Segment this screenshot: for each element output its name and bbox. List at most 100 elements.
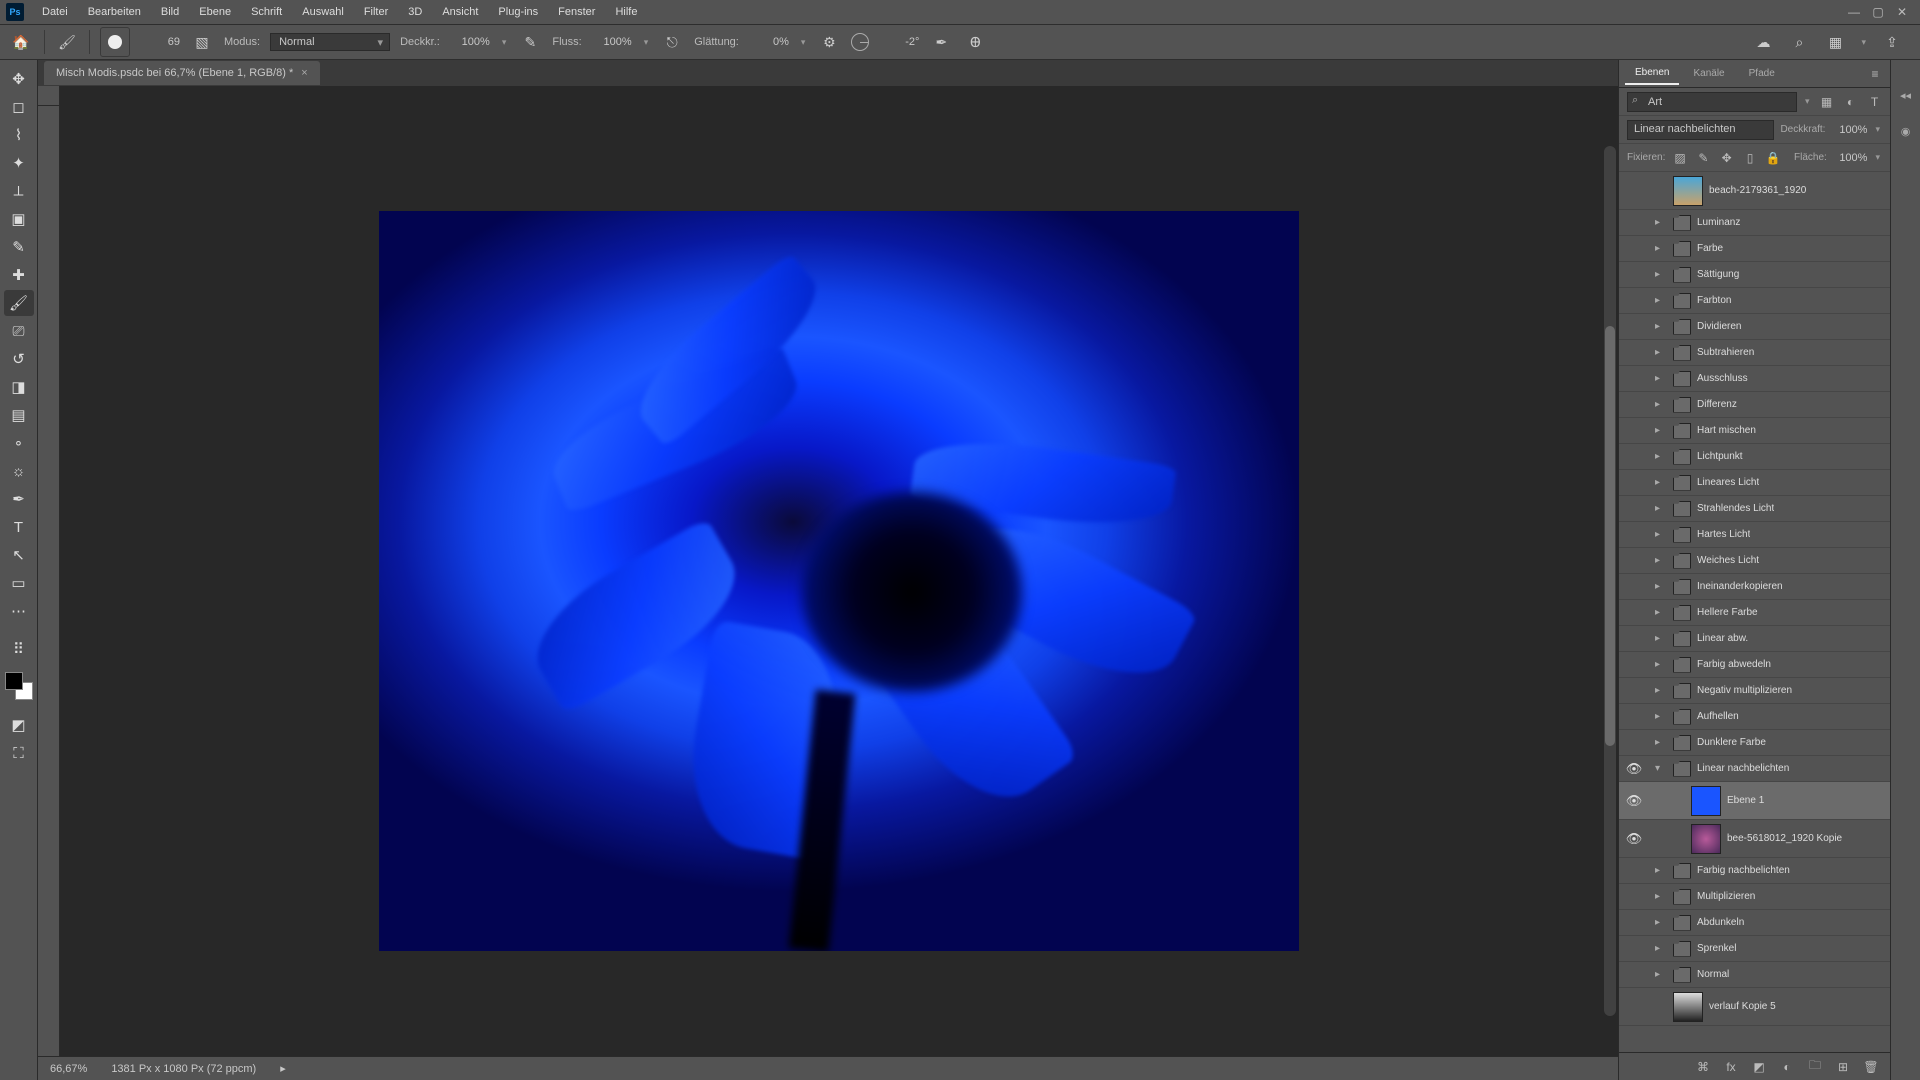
layer-opacity-value[interactable]: 100% (1831, 124, 1867, 136)
window-maximize-button[interactable]: ▢ (1866, 2, 1890, 22)
expand-toggle-icon[interactable]: ▸ (1655, 685, 1667, 696)
opacity-value[interactable]: 100% (450, 36, 490, 48)
layer-group-row[interactable]: ▸Ineinanderkopieren (1619, 574, 1890, 600)
menu-item-bild[interactable]: Bild (151, 2, 189, 22)
layer-group-row[interactable]: ▸Multiplizieren (1619, 884, 1890, 910)
brush-tool-icon[interactable]: 🖌 (55, 30, 79, 54)
expand-toggle-icon[interactable]: ▸ (1655, 321, 1667, 332)
layer-name-label[interactable]: Negativ multiplizieren (1697, 685, 1792, 696)
fill-dropdown-icon[interactable]: ▾ (1873, 152, 1882, 163)
expand-toggle-icon[interactable]: ▸ (1655, 399, 1667, 410)
layer-name-label[interactable]: Hart mischen (1697, 425, 1756, 436)
crop-tool[interactable]: ⟂ (4, 178, 34, 204)
layer-list[interactable]: beach-2179361_1920▸Luminanz▸Farbe▸Sättig… (1619, 172, 1890, 1052)
expand-toggle-icon[interactable]: ▸ (1655, 269, 1667, 280)
cloud-docs-icon[interactable]: ☁ (1751, 30, 1775, 54)
layer-row[interactable]: beach-2179361_1920 (1619, 172, 1890, 210)
path-selection-tool[interactable]: ↖ (4, 542, 34, 568)
layer-opacity-dropdown-icon[interactable]: ▾ (1873, 124, 1882, 135)
brush-angle-icon[interactable] (851, 33, 869, 51)
status-caret-icon[interactable]: ▸ (280, 1062, 286, 1075)
expand-toggle-icon[interactable]: ▸ (1655, 659, 1667, 670)
layer-group-row[interactable]: ▸Farbig abwedeln (1619, 652, 1890, 678)
clone-stamp-tool[interactable]: ⎚ (4, 318, 34, 344)
expand-toggle-icon[interactable]: ▸ (1655, 633, 1667, 644)
brush-size-value[interactable]: 69 (140, 36, 180, 48)
expand-toggle-icon[interactable]: ▸ (1655, 711, 1667, 722)
layer-group-row[interactable]: 👁▾Linear nachbelichten (1619, 756, 1890, 782)
vertical-ruler[interactable] (38, 106, 60, 1056)
layer-group-row[interactable]: ▸Hartes Licht (1619, 522, 1890, 548)
layer-group-row[interactable]: ▸ Dividieren (1619, 314, 1890, 340)
blend-mode-select[interactable]: Normal (270, 33, 390, 51)
layer-group-row[interactable]: ▸ Aufhellen (1619, 704, 1890, 730)
brush-preset-picker[interactable] (100, 27, 130, 57)
symmetry-toggle[interactable]: Ꚛ (963, 30, 987, 54)
lock-transparent-icon[interactable]: ▨ (1671, 149, 1688, 167)
layer-name-label[interactable]: Dividieren (1697, 321, 1741, 332)
screenmode-toggle[interactable]: ⛶ (4, 740, 34, 766)
smoothing-value[interactable]: 0% (749, 36, 789, 48)
expand-toggle-icon[interactable]: ▸ (1655, 529, 1667, 540)
expand-toggle-icon[interactable]: ▸ (1655, 425, 1667, 436)
layer-name-label[interactable]: Luminanz (1697, 217, 1740, 228)
filter-pixel-icon[interactable]: ▦ (1818, 93, 1836, 111)
filter-dropdown-icon[interactable]: ▾ (1803, 96, 1812, 107)
pen-tool[interactable]: ✒ (4, 486, 34, 512)
properties-panel-icon[interactable]: ◉ (1895, 120, 1917, 142)
layer-thumbnail[interactable] (1691, 824, 1721, 854)
zoom-level[interactable]: 66,67% (50, 1063, 87, 1075)
layer-name-label[interactable]: beach-2179361_1920 (1709, 185, 1806, 196)
layer-group-row[interactable]: ▸ Weiches Licht (1619, 548, 1890, 574)
new-group-icon[interactable]: 🗀 (1806, 1058, 1824, 1076)
expand-toggle-icon[interactable]: ▸ (1655, 373, 1667, 384)
healing-brush-tool[interactable]: ✚ (4, 262, 34, 288)
type-tool[interactable]: T (4, 514, 34, 540)
expand-toggle-icon[interactable]: ▸ (1655, 917, 1667, 928)
visibility-toggle[interactable]: 👁 (1625, 793, 1643, 809)
layer-name-label[interactable]: Farbig nachbelichten (1697, 865, 1790, 876)
delete-layer-icon[interactable]: 🗑 (1862, 1058, 1880, 1076)
layer-name-label[interactable]: Aufhellen (1697, 711, 1739, 722)
workspace-switcher-icon[interactable]: ▦ (1823, 30, 1847, 54)
window-close-button[interactable]: ✕ (1890, 2, 1914, 22)
layer-row[interactable]: verlauf Kopie 5 (1619, 988, 1890, 1026)
visibility-toggle[interactable]: 👁 (1625, 831, 1643, 847)
expand-toggle-icon[interactable]: ▸ (1655, 737, 1667, 748)
smoothing-options-button[interactable]: ⚙ (817, 30, 841, 54)
share-button[interactable]: ⇪ (1880, 30, 1904, 54)
menu-item-auswahl[interactable]: Auswahl (292, 2, 354, 22)
canvas-viewport[interactable] (60, 106, 1618, 1056)
expand-toggle-icon[interactable]: ▸ (1655, 555, 1667, 566)
frame-tool[interactable]: ▣ (4, 206, 34, 232)
lock-position-icon[interactable]: ✥ (1718, 149, 1735, 167)
close-icon[interactable]: × (301, 67, 307, 79)
document-tab[interactable]: Misch Modis.psdc bei 66,7% (Ebene 1, RGB… (44, 61, 320, 85)
expand-toggle-icon[interactable]: ▾ (1655, 763, 1667, 774)
layer-name-label[interactable]: Normal (1697, 969, 1729, 980)
smoothing-dropdown-icon[interactable]: ▾ (799, 37, 808, 48)
brush-angle-value[interactable]: -2° (879, 36, 919, 48)
new-adjustment-icon[interactable]: ◐ (1778, 1058, 1796, 1076)
gradient-tool[interactable]: ▤ (4, 402, 34, 428)
layer-group-row[interactable]: ▸Strahlendes Licht (1619, 496, 1890, 522)
layer-name-label[interactable]: Ebene 1 (1727, 795, 1764, 806)
menu-item-plug-ins[interactable]: Plug-ins (488, 2, 548, 22)
layer-thumbnail[interactable] (1673, 992, 1703, 1022)
move-tool[interactable]: ✥ (4, 66, 34, 92)
layer-name-label[interactable]: verlauf Kopie 5 (1709, 1001, 1776, 1012)
layer-name-label[interactable]: Weiches Licht (1697, 555, 1759, 566)
expand-toggle-icon[interactable]: ▸ (1655, 503, 1667, 514)
layer-row[interactable]: 👁 Ebene 1 (1619, 782, 1890, 820)
layer-name-label[interactable]: Abdunkeln (1697, 917, 1744, 928)
rectangle-tool[interactable]: ▭ (4, 570, 34, 596)
layer-name-label[interactable]: Sättigung (1697, 269, 1739, 280)
layer-group-row[interactable]: ▸Lichtpunkt (1619, 444, 1890, 470)
expand-toggle-icon[interactable]: ▸ (1655, 943, 1667, 954)
eyedropper-tool[interactable]: ✎ (4, 234, 34, 260)
visibility-toggle[interactable]: 👁 (1625, 761, 1643, 777)
expand-toggle-icon[interactable]: ▸ (1655, 865, 1667, 876)
layer-group-row[interactable]: ▸Normal (1619, 962, 1890, 988)
layer-filter-search-input[interactable] (1627, 92, 1797, 112)
expand-toggle-icon[interactable]: ▸ (1655, 477, 1667, 488)
